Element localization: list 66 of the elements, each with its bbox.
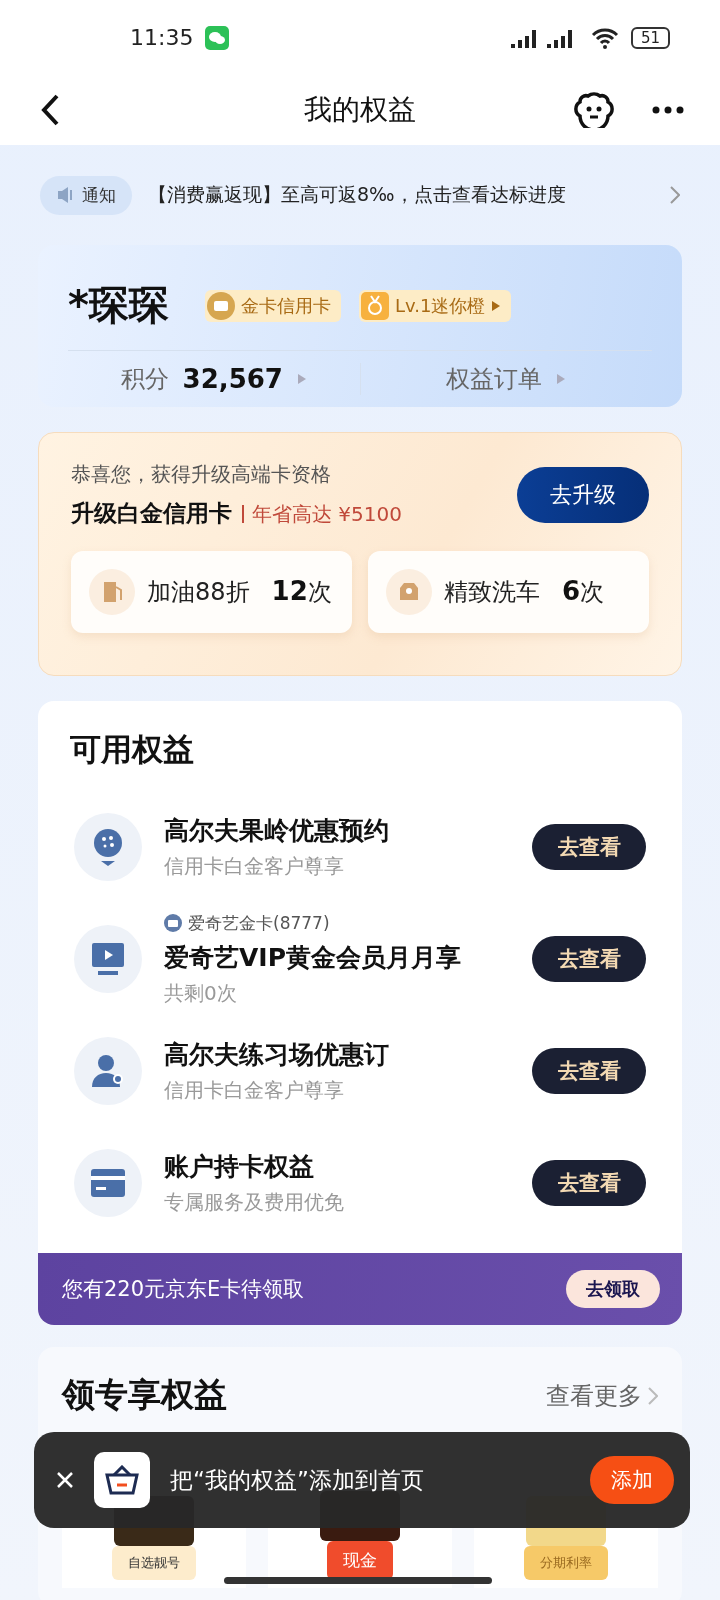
wechat-icon	[205, 25, 230, 50]
points-value[interactable]: 32,567	[182, 364, 283, 394]
wifi-icon	[590, 26, 619, 49]
perk-name: 精致洗车	[444, 577, 540, 608]
more-icon[interactable]	[652, 106, 684, 114]
benefit-subtitle: 信用卡白金客户尊享	[164, 1077, 345, 1104]
toast-text: 把“我的权益”添加到首页	[170, 1465, 425, 1495]
perk-count: 12次	[271, 576, 332, 608]
notice-tag-label: 通知	[82, 183, 116, 207]
saving-text: 年省高达 ¥5100	[242, 504, 402, 523]
card-icon	[164, 914, 182, 932]
points-label: 积分	[120, 364, 169, 395]
perk-count: 6次	[562, 576, 605, 608]
card-tag-label: 爱奇艺金卡(8777)	[188, 911, 330, 935]
perk-tile[interactable]: 精致洗车 6次	[368, 551, 649, 633]
benefit-title: 高尔夫果岭优惠预约	[164, 815, 390, 847]
upgrade-intro: 恭喜您，获得升级高端卡资格	[71, 461, 332, 488]
credit-card-icon	[91, 1169, 125, 1197]
tile-label: 分期利率	[524, 1546, 608, 1580]
back-icon[interactable]	[40, 94, 60, 126]
member-badge[interactable]: 金卡信用卡	[204, 289, 341, 322]
orders-link[interactable]: 权益订单	[446, 363, 543, 395]
view-button[interactable]: 去查看	[532, 936, 646, 982]
benefit-subtitle: 专属服务及费用优免	[164, 1189, 345, 1216]
chevron-right-icon	[670, 186, 680, 204]
customer-service-icon[interactable]	[572, 92, 616, 128]
upgrade-button[interactable]: 去升级	[517, 467, 649, 523]
chevron-right-icon	[648, 1386, 658, 1405]
section-title: 领专享权益	[62, 1374, 227, 1416]
view-button[interactable]: 去查看	[532, 1048, 646, 1094]
promo-text: 您有220元京东E卡待领取	[62, 1276, 305, 1303]
perk-tile[interactable]: 加油88折 12次	[71, 551, 352, 633]
claim-button[interactable]: 去领取	[566, 1270, 660, 1308]
medal-icon	[360, 291, 389, 320]
caret-icon	[296, 373, 307, 385]
status-time: 11:35	[130, 25, 194, 50]
user-name: *琛琛	[68, 281, 169, 330]
benefit-title: 账户持卡权益	[164, 1151, 315, 1183]
page-title: 我的权益	[304, 92, 416, 128]
benefit-subtitle: 信用卡白金客户尊享	[164, 853, 345, 880]
view-button[interactable]: 去查看	[532, 824, 646, 870]
car-icon	[386, 569, 432, 615]
badge-label: 金卡信用卡	[240, 293, 331, 318]
caret-icon	[491, 299, 502, 312]
benefit-title: 爱奇艺VIP黄金会员月月享	[164, 941, 462, 974]
battery-indicator: 51	[630, 26, 670, 49]
view-button[interactable]: 去查看	[532, 1160, 646, 1206]
benefit-subtitle: 共剩0次	[164, 979, 238, 1007]
perk-name: 加油88折	[147, 577, 250, 608]
video-play-icon	[91, 942, 125, 976]
caret-icon	[556, 373, 567, 385]
close-icon[interactable]	[56, 1471, 74, 1489]
card-icon	[206, 291, 235, 320]
tile-label: 自选靓号	[112, 1546, 196, 1580]
member-badge[interactable]: Lv.1迷你橙	[358, 289, 512, 322]
benefit-title: 高尔夫练习场优惠订	[164, 1039, 390, 1071]
section-title: 可用权益	[69, 730, 195, 769]
badge-label: Lv.1迷你橙	[394, 293, 486, 318]
golf-ball-icon	[91, 827, 125, 867]
notice-text[interactable]: 【消费赢返现】至高可返8‰，点击查看达标进度	[148, 182, 654, 208]
more-link[interactable]: 查看更多	[546, 1379, 658, 1412]
fuel-pump-icon	[89, 569, 135, 615]
basket-icon	[104, 1465, 140, 1495]
upgrade-title: 升级白金信用卡	[71, 499, 232, 528]
user-icon	[90, 1053, 126, 1089]
tile-label: 现金	[327, 1541, 393, 1580]
